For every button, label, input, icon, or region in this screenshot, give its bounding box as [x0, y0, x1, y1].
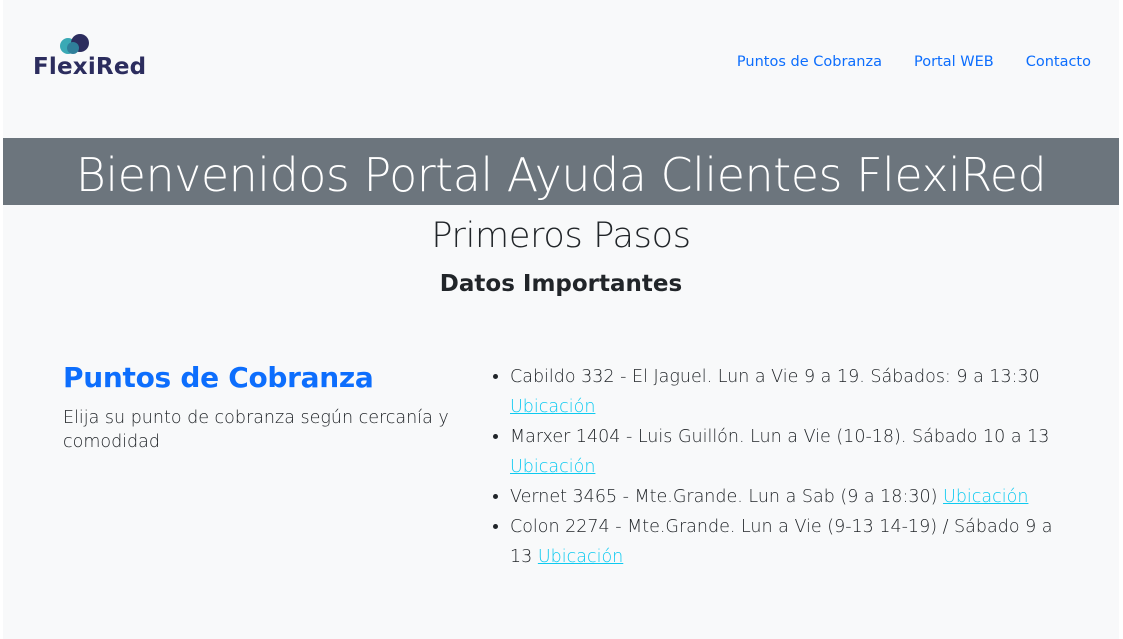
- page: FlexiRed Puntos de Cobranza Portal WEB C…: [3, 0, 1119, 639]
- location-map-link[interactable]: Ubicación: [510, 397, 595, 417]
- page-subtitle: Primeros Pasos: [431, 216, 691, 256]
- puntos-de-cobranza-title: Puntos de Cobranza: [63, 361, 374, 394]
- logo-text: FlexiRed: [33, 54, 147, 80]
- location-map-link[interactable]: Ubicación: [510, 457, 595, 477]
- list-item: Colon 2274 - Mte.Grande. Lun a Vie (9-13…: [510, 512, 1055, 572]
- banner-title: Bienvenidos Portal Ayuda Clientes FlexiR…: [75, 148, 1047, 202]
- locations-list: Cabildo 332 - El Jaguel. Lun a Vie 9 a 1…: [491, 362, 1055, 572]
- main-nav: Puntos de Cobranza Portal WEB Contacto: [737, 54, 1091, 70]
- list-item: Cabildo 332 - El Jaguel. Lun a Vie 9 a 1…: [510, 362, 1055, 422]
- list-item: Marxer 1404 - Luis Guillón. Lun a Vie (1…: [510, 422, 1055, 482]
- nav-link-contacto[interactable]: Contacto: [1026, 54, 1091, 70]
- nav-link-portal-web[interactable]: Portal WEB: [914, 54, 994, 70]
- location-text: Marxer 1404 - Luis Guillón. Lun a Vie (1…: [510, 427, 1050, 447]
- location-map-link[interactable]: Ubicación: [943, 487, 1028, 507]
- location-text: Cabildo 332 - El Jaguel. Lun a Vie 9 a 1…: [510, 367, 1040, 387]
- location-map-link[interactable]: Ubicación: [538, 547, 623, 567]
- cloud-logo-icon: [60, 34, 89, 54]
- location-text: Vernet 3465 - Mte.Grande. Lun a Sab (9 a…: [510, 487, 938, 507]
- nav-link-puntos-de-cobranza[interactable]: Puntos de Cobranza: [737, 54, 882, 70]
- flexired-logo[interactable]: FlexiRed: [33, 34, 163, 82]
- list-item: Vernet 3465 - Mte.Grande. Lun a Sab (9 a…: [510, 482, 1055, 512]
- section-heading: Datos Importantes: [439, 271, 683, 297]
- welcome-banner: Bienvenidos Portal Ayuda Clientes FlexiR…: [3, 138, 1119, 205]
- puntos-de-cobranza-description: Elija su punto de cobranza según cercaní…: [63, 408, 449, 452]
